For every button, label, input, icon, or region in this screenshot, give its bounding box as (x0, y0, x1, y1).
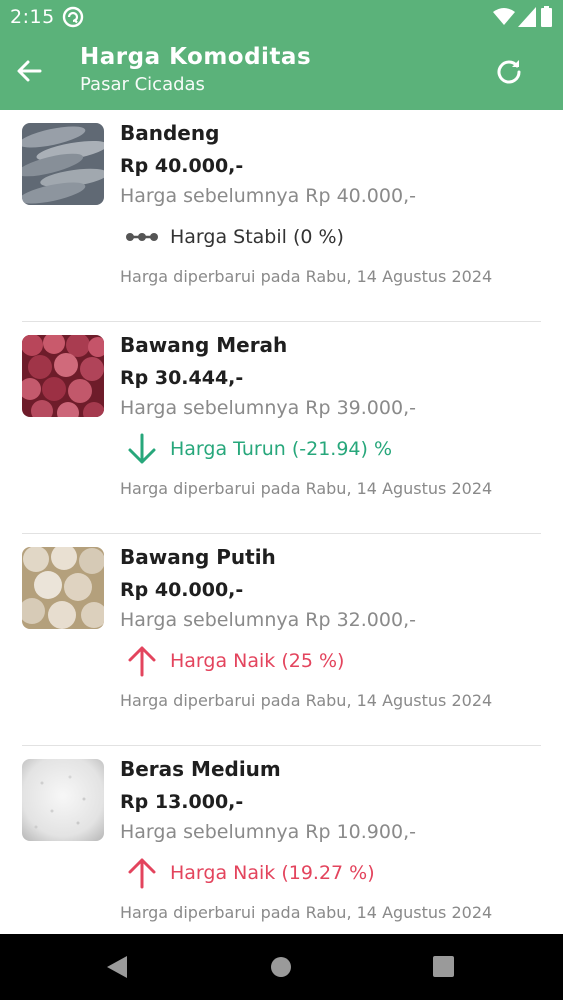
refresh-icon[interactable] (494, 56, 524, 86)
previous-price: Harga sebelumnya Rp 40.000,- (120, 185, 416, 207)
arrow-down-icon (128, 433, 156, 464)
price-trend-label: Harga Naik (25 %) (170, 650, 345, 672)
page-subtitle: Pasar Cicadas (80, 74, 205, 95)
price-trend-label: Harga Naik (19.27 %) (170, 862, 375, 884)
commodity-name: Bandeng (120, 121, 220, 145)
nav-home-icon[interactable] (270, 956, 292, 978)
wifi-icon (493, 8, 515, 25)
battery-icon (541, 6, 552, 27)
list-item[interactable]: Bawang Putih Rp 40.000,- Harga sebelumny… (0, 534, 563, 746)
nav-back-icon[interactable] (105, 954, 129, 980)
updated-timestamp: Harga diperbarui pada Rabu, 14 Agustus 2… (120, 479, 493, 498)
system-nav-bar (0, 934, 563, 1000)
previous-price: Harga sebelumnya Rp 32.000,- (120, 609, 416, 631)
app-bar: Harga Komoditas Pasar Cicadas (0, 34, 563, 110)
previous-price: Harga sebelumnya Rp 10.900,- (120, 821, 416, 843)
arrow-up-icon (128, 646, 156, 677)
sync-icon (62, 6, 84, 28)
arrow-up-icon (128, 858, 156, 889)
price-trend-label: Harga Stabil (0 %) (170, 226, 344, 248)
commodity-list[interactable]: Bandeng Rp 40.000,- Harga sebelumnya Rp … (0, 110, 563, 934)
list-item[interactable]: Bawang Merah Rp 30.444,- Harga sebelumny… (0, 322, 563, 534)
previous-price: Harga sebelumnya Rp 39.000,- (120, 397, 416, 419)
commodity-price: Rp 30.444,- (120, 367, 244, 389)
status-time: 2:15 (10, 6, 55, 28)
cellular-icon (518, 7, 536, 27)
page-title: Harga Komoditas (80, 44, 312, 70)
updated-timestamp: Harga diperbarui pada Rabu, 14 Agustus 2… (120, 903, 493, 922)
commodity-price: Rp 40.000,- (120, 579, 244, 601)
nav-recents-icon[interactable] (433, 956, 454, 977)
commodity-price: Rp 13.000,- (120, 791, 244, 813)
milkfish-photo (22, 123, 104, 205)
list-item[interactable]: Bandeng Rp 40.000,- Harga sebelumnya Rp … (0, 110, 563, 322)
commodity-name: Bawang Merah (120, 333, 288, 357)
rice-photo (22, 759, 104, 841)
updated-timestamp: Harga diperbarui pada Rabu, 14 Agustus 2… (120, 691, 493, 710)
price-trend-label: Harga Turun (-21.94) % (170, 438, 393, 460)
commodity-name: Beras Medium (120, 757, 281, 781)
commodity-name: Bawang Putih (120, 545, 276, 569)
list-item[interactable]: Beras Medium Rp 13.000,- Harga sebelumny… (0, 746, 563, 934)
arrow-left-icon[interactable] (14, 56, 44, 86)
stable-trend-icon (126, 233, 158, 241)
commodity-price: Rp 40.000,- (120, 155, 244, 177)
status-bar: 2:15 (0, 0, 563, 34)
updated-timestamp: Harga diperbarui pada Rabu, 14 Agustus 2… (120, 267, 493, 286)
garlic-photo (22, 547, 104, 629)
shallot-photo (22, 335, 104, 417)
